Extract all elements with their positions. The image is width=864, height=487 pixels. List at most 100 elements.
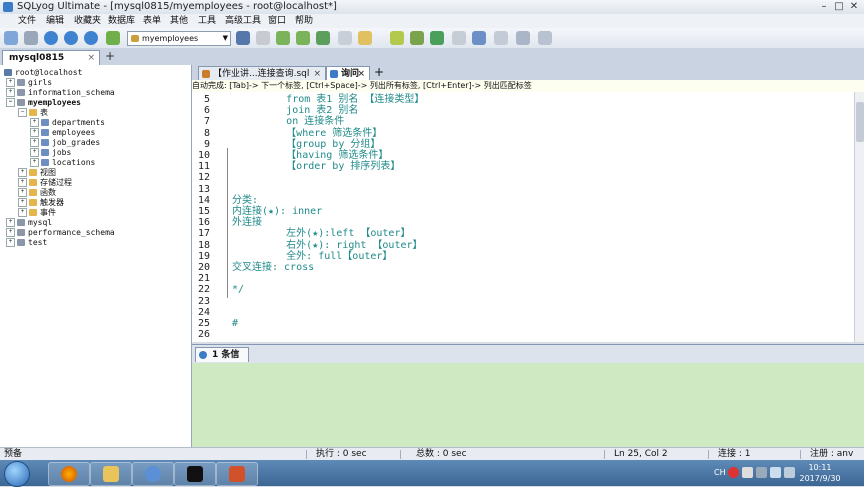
tree-db-performance-schema[interactable]: + performance_schema [6,228,115,238]
disconnect-icon[interactable] [24,31,38,45]
keyboard-icon[interactable] [742,467,753,478]
system-clock[interactable]: 10:11 2017/9/30 [790,462,850,484]
expand-icon[interactable]: + [6,228,15,237]
import-icon[interactable] [276,31,290,45]
menu-edit[interactable]: 编辑 [46,14,64,28]
expand-icon[interactable]: + [6,78,15,87]
refresh-icon[interactable] [106,31,120,45]
menu-window[interactable]: 窗口 [268,14,286,28]
tree-table-locations[interactable]: + locations [30,158,95,168]
add-query-tab-button[interactable]: + [374,65,384,79]
volume-icon[interactable] [770,467,781,478]
table-diagnostics-icon[interactable] [494,31,508,45]
close-icon[interactable]: × [313,67,321,81]
tree-db-myemployees[interactable]: − myemployees [6,98,81,108]
expand-icon[interactable]: + [30,128,39,137]
copy-database-icon[interactable] [256,31,270,45]
tray-app-icon[interactable] [728,467,739,478]
expand-icon[interactable]: + [30,148,39,157]
tree-folder-triggers[interactable]: + 触发器 [18,198,64,208]
close-icon[interactable]: × [87,51,95,66]
expand-icon[interactable]: + [18,198,27,207]
tree-folder-functions[interactable]: + 函数 [18,188,56,198]
taskbar-firefox[interactable] [48,462,90,486]
expand-icon[interactable]: + [18,168,27,177]
tree-db-mysql[interactable]: + mysql [6,218,52,228]
tree-table-employees[interactable]: + employees [30,128,95,138]
code-line: 全外: full【outer】 [232,250,393,262]
expand-icon[interactable]: + [18,188,27,197]
menu-help[interactable]: 帮助 [295,14,313,28]
taskbar-cmd[interactable] [174,462,216,486]
preferences-icon[interactable] [538,31,552,45]
query-builder-icon[interactable] [358,31,372,45]
add-connection-button[interactable]: + [104,50,116,63]
menu-other[interactable]: 其他 [170,14,188,28]
expand-icon[interactable]: + [6,88,15,97]
sync-icon[interactable] [316,31,330,45]
expand-icon[interactable]: + [30,138,39,147]
tree-folder-events[interactable]: + 事件 [18,208,56,218]
expand-icon[interactable]: + [6,218,15,227]
notification-icon[interactable] [452,31,466,45]
smtp-icon[interactable] [472,31,486,45]
new-connection-icon[interactable] [4,31,18,45]
line-number: 19 [197,250,210,262]
network-icon[interactable] [756,467,767,478]
tree-db-information-schema[interactable]: + information_schema [6,88,115,98]
sql-editor[interactable]: 5 6 7 8 9 10 11 12 13 14 15 16 17 18 19 20 21 22 23 24 25 26 … [192,92,854,342]
close-icon[interactable]: × [357,67,365,81]
tab-query[interactable]: 询问 × [326,66,370,80]
connection-tab[interactable]: mysql0815 × [2,50,100,65]
tab-sql-file[interactable]: 【作业讲...连接查询.sql × [198,66,326,80]
user-manager-icon[interactable] [236,31,250,45]
expand-icon[interactable]: + [30,118,39,127]
expand-icon[interactable]: + [6,238,15,247]
start-button[interactable] [4,461,30,487]
taskbar-explorer[interactable] [90,462,132,486]
execute-query-icon[interactable] [44,31,58,45]
menu-table[interactable]: 表单 [143,14,161,28]
data-sync-icon[interactable] [430,31,444,45]
tree-root[interactable]: root@localhost [4,68,82,78]
expand-icon[interactable]: + [18,178,27,187]
editor-scrollbar[interactable] [854,92,864,342]
tree-db-girls[interactable]: + girls [6,78,52,88]
menu-database[interactable]: 数据库 [108,14,135,28]
tree-db-test[interactable]: + test [6,238,47,248]
collapse-icon[interactable]: − [18,108,27,117]
input-language[interactable]: CH [714,467,726,478]
minimize-button[interactable]: – [818,1,830,12]
history-icon[interactable] [516,31,530,45]
stop-icon[interactable] [84,31,98,45]
collapse-icon[interactable]: − [6,98,15,107]
tree-folder-tables[interactable]: − 表 [18,108,48,118]
maximize-button[interactable]: □ [833,1,845,12]
menu-advanced-tools[interactable]: 高级工具 [225,14,261,28]
tree-folder-procedures[interactable]: + 存储过程 [18,178,72,188]
backup-icon[interactable] [390,31,404,45]
expand-icon[interactable]: + [18,208,27,217]
menu-favorites[interactable]: 收藏夹 [74,14,101,28]
scrollbar-thumb[interactable] [856,102,864,142]
database-select[interactable]: myemployees ▼ [127,31,231,46]
tree-folder-views[interactable]: + 视图 [18,168,56,178]
tab-label: 【作业讲...连接查询.sql [213,69,310,79]
tab-messages[interactable]: 1 条信息 [195,347,249,375]
schedule-icon[interactable] [410,31,424,45]
tree-table-departments[interactable]: + departments [30,118,105,128]
close-button[interactable]: ✕ [848,1,860,12]
tree-table-jobs[interactable]: + jobs [30,148,71,158]
code-line: 交叉连接: cross [232,262,315,273]
expand-icon[interactable]: + [30,158,39,167]
export-icon[interactable] [296,31,310,45]
tree-table-job-grades[interactable]: + job_grades [30,138,100,148]
code-line: from 表1 别名 【连接类型】 [232,94,425,105]
taskbar-sqlyog[interactable] [132,462,174,486]
taskbar-powerpoint[interactable] [216,462,258,486]
menu-file[interactable]: 文件 [18,14,36,28]
menu-tools[interactable]: 工具 [198,14,216,28]
schema-designer-icon[interactable] [338,31,352,45]
tree-label: 表 [40,108,48,117]
execute-all-icon[interactable] [64,31,78,45]
